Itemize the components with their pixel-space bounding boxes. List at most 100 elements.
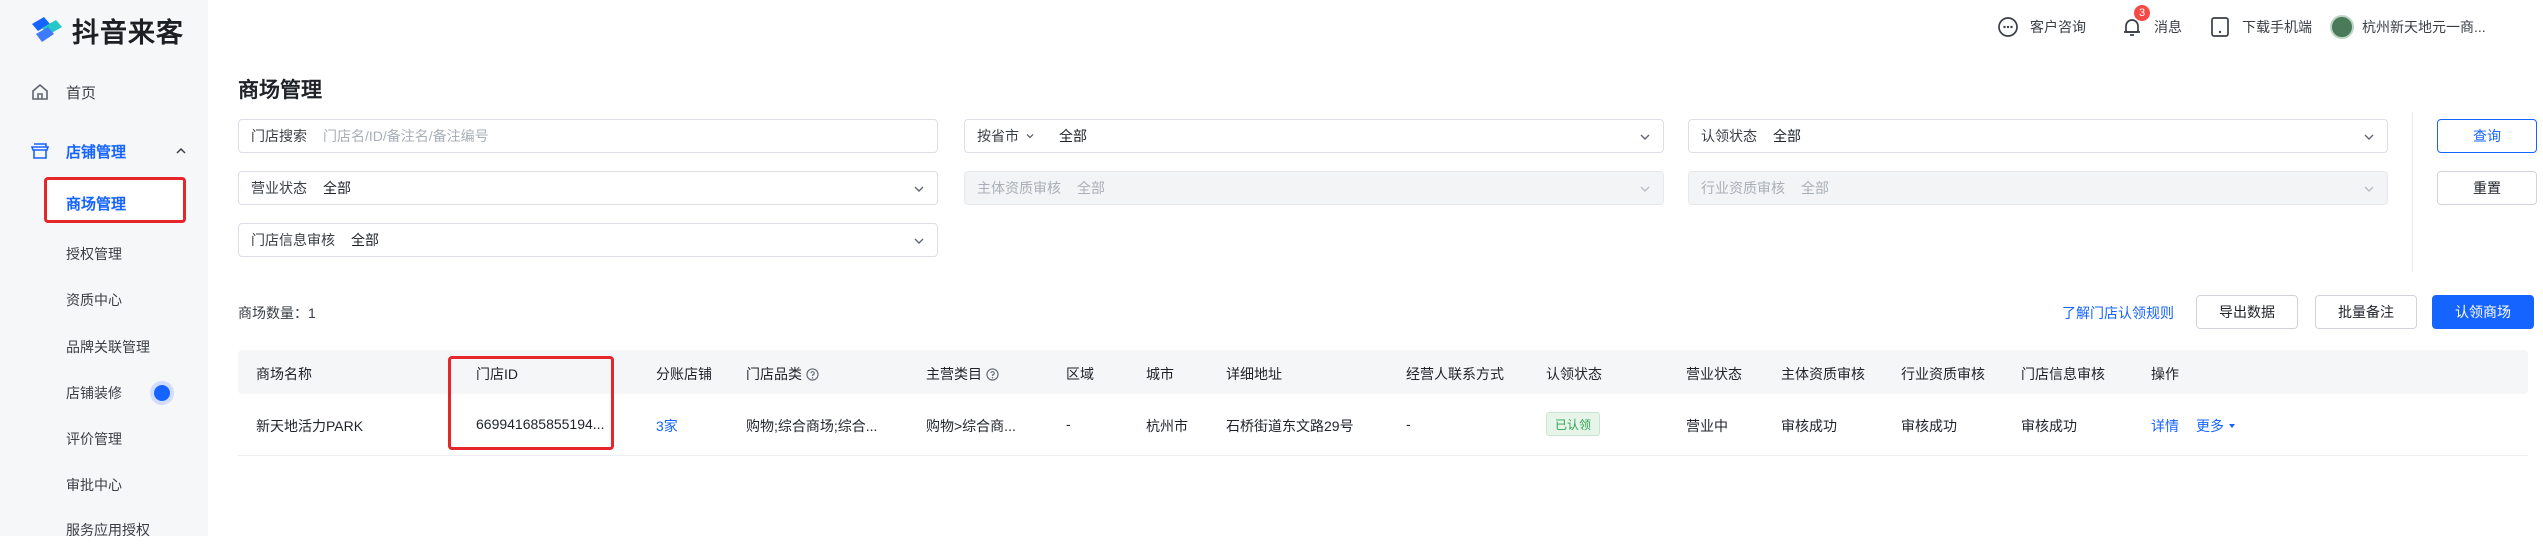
store-search-input[interactable]: 门店搜索 门店名/ID/备注名/备注编号 (238, 119, 938, 153)
nav-store-management[interactable]: 店铺管理 (0, 137, 208, 165)
messages-label: 消息 (2154, 19, 2182, 35)
chevron-down-icon (1640, 134, 1650, 140)
store-info-review-select[interactable]: 门店信息审核 全部 (238, 223, 938, 257)
sidebar-item-authorization[interactable]: 授权管理 (0, 238, 208, 268)
cell-category: 购物;综合商场;综合... (746, 418, 878, 434)
sidebar: 抖音来客 首页 店铺管理 商场管理 授权管理 资质中心 品牌关联管理 店铺装修 (0, 0, 208, 538)
cell-store-info-review: 审核成功 (2021, 418, 2077, 434)
th-store-id: 门店ID (476, 366, 518, 382)
page-title: 商场管理 (238, 79, 322, 102)
th-industry-review: 行业资质审核 (1901, 366, 1985, 382)
business-status-value: 全部 (323, 180, 351, 196)
nav-home[interactable]: 首页 (0, 78, 208, 106)
claim-status-value: 全部 (1773, 128, 1801, 144)
sidebar-item-label: 评价管理 (66, 431, 122, 447)
chevron-down-icon (914, 186, 924, 192)
sidebar-item-label: 资质中心 (66, 292, 122, 308)
download-app-button[interactable]: 下载手机端 (2208, 14, 2312, 40)
th-contact: 经营人联系方式 (1406, 366, 1504, 382)
sidebar-item-label: 商场管理 (66, 196, 127, 213)
sidebar-item-review-management[interactable]: 评价管理 (0, 423, 208, 453)
entity-review-value: 全部 (1077, 180, 1105, 196)
messages-button[interactable]: 3 消息 (2120, 5, 2182, 40)
cell-address: 石桥街道东文路29号 (1226, 418, 1354, 434)
account-menu[interactable]: 杭州新天地元一商... (2330, 14, 2486, 40)
th-region: 区域 (1066, 366, 1094, 382)
cell-industry-review: 审核成功 (1901, 418, 1957, 434)
mall-count: 商场数量：1 (238, 305, 316, 321)
store-info-review-value: 全部 (351, 232, 379, 248)
th-actions: 操作 (2151, 366, 2179, 382)
cell-main-category: 购物>综合商... (926, 418, 1016, 434)
more-actions-label: 更多 (2196, 418, 2224, 434)
province-label: 按省市 (977, 128, 1019, 144)
industry-review-value: 全部 (1801, 180, 1829, 196)
cell-store-id: 669941685855194... (476, 416, 605, 432)
chevron-down-icon (1026, 134, 1034, 139)
sidebar-item-brand-association[interactable]: 品牌关联管理 (0, 331, 208, 361)
th-address: 详细地址 (1226, 366, 1282, 382)
cell-city: 杭州市 (1146, 418, 1188, 434)
th-entity-review: 主体资质审核 (1781, 366, 1865, 382)
claim-rule-link[interactable]: 了解门店认领规则 (2062, 303, 2174, 323)
account-name: 杭州新天地元一商... (2362, 19, 2486, 35)
claim-mall-button[interactable]: 认领商场 (2432, 295, 2534, 329)
sidebar-item-label: 授权管理 (66, 246, 122, 262)
claim-status-select[interactable]: 认领状态 全部 (1688, 119, 2388, 153)
th-split-stores: 分账店铺 (656, 366, 712, 382)
customer-service-button[interactable]: 客户咨询 (1996, 14, 2086, 40)
entity-review-label: 主体资质审核 (977, 180, 1061, 196)
province-select[interactable]: 按省市 全部 (964, 119, 1664, 153)
batch-note-button[interactable]: 批量备注 (2315, 295, 2417, 329)
industry-review-label: 行业资质审核 (1701, 180, 1785, 196)
cell-contact: - (1406, 416, 1411, 432)
chat-icon (1998, 17, 2018, 37)
chevron-down-icon (2364, 134, 2374, 140)
sidebar-item-store-decoration[interactable]: 店铺装修 (0, 377, 208, 407)
customer-service-label: 客户咨询 (2030, 19, 2086, 35)
chevron-down-icon (2364, 186, 2374, 192)
sidebar-item-label: 审批中心 (66, 477, 122, 493)
sidebar-item-label: 品牌关联管理 (66, 339, 150, 355)
cell-split-stores-link[interactable]: 3家 (656, 416, 678, 436)
question-icon[interactable] (806, 368, 819, 381)
filter-divider (2412, 112, 2413, 272)
question-icon[interactable] (986, 368, 999, 381)
sidebar-item-approval-center[interactable]: 审批中心 (0, 469, 208, 499)
export-data-button[interactable]: 导出数据 (2196, 295, 2298, 329)
detail-link[interactable]: 详情 (2151, 416, 2179, 436)
sidebar-item-mall-management[interactable]: 商场管理 (44, 177, 186, 223)
logo[interactable]: 抖音来客 (28, 12, 184, 48)
sidebar-item-label: 店铺装修 (66, 385, 122, 401)
th-claim-status: 认领状态 (1546, 366, 1602, 382)
th-business-status: 营业状态 (1686, 366, 1742, 382)
topbar: 客户咨询 3 消息 下载手机端 杭州新天地元一商... (208, 0, 2543, 56)
logo-text: 抖音来客 (72, 17, 184, 48)
download-app-label: 下载手机端 (2242, 19, 2312, 35)
caret-down-icon (2229, 424, 2235, 428)
business-status-label: 营业状态 (251, 180, 307, 196)
table-header: 商场名称 门店ID 分账店铺 门店品类 主营类目 区域 城市 详细地址 经营人联… (238, 350, 2528, 394)
th-store-info-review: 门店信息审核 (2021, 366, 2105, 382)
business-status-select[interactable]: 营业状态 全部 (238, 171, 938, 205)
reset-button[interactable]: 重置 (2437, 171, 2537, 205)
phone-icon (2211, 17, 2229, 37)
chevron-up-icon[interactable] (174, 144, 188, 158)
industry-review-select: 行业资质审核 全部 (1688, 171, 2388, 205)
home-icon (32, 83, 48, 100)
more-actions-dropdown[interactable]: 更多 (2196, 416, 2236, 436)
nav-home-label: 首页 (66, 84, 97, 102)
store-info-review-label: 门店信息审核 (251, 232, 335, 248)
th-city: 城市 (1146, 366, 1174, 382)
sidebar-item-service-app-auth[interactable]: 服务应用授权 (0, 514, 208, 544)
chevron-down-icon (914, 238, 924, 244)
notification-dot (154, 385, 170, 401)
th-category-label: 门店品类 (746, 366, 802, 382)
cell-region: - (1066, 416, 1071, 432)
cell-entity-review: 审核成功 (1781, 418, 1837, 434)
chevron-down-icon (1640, 186, 1650, 192)
sidebar-item-qualification-center[interactable]: 资质中心 (0, 284, 208, 314)
table-row: 新天地活力PARK 669941685855194... 3家 购物;综合商场;… (238, 394, 2528, 456)
th-category: 门店品类 (746, 364, 819, 384)
query-button[interactable]: 查询 (2437, 119, 2537, 153)
